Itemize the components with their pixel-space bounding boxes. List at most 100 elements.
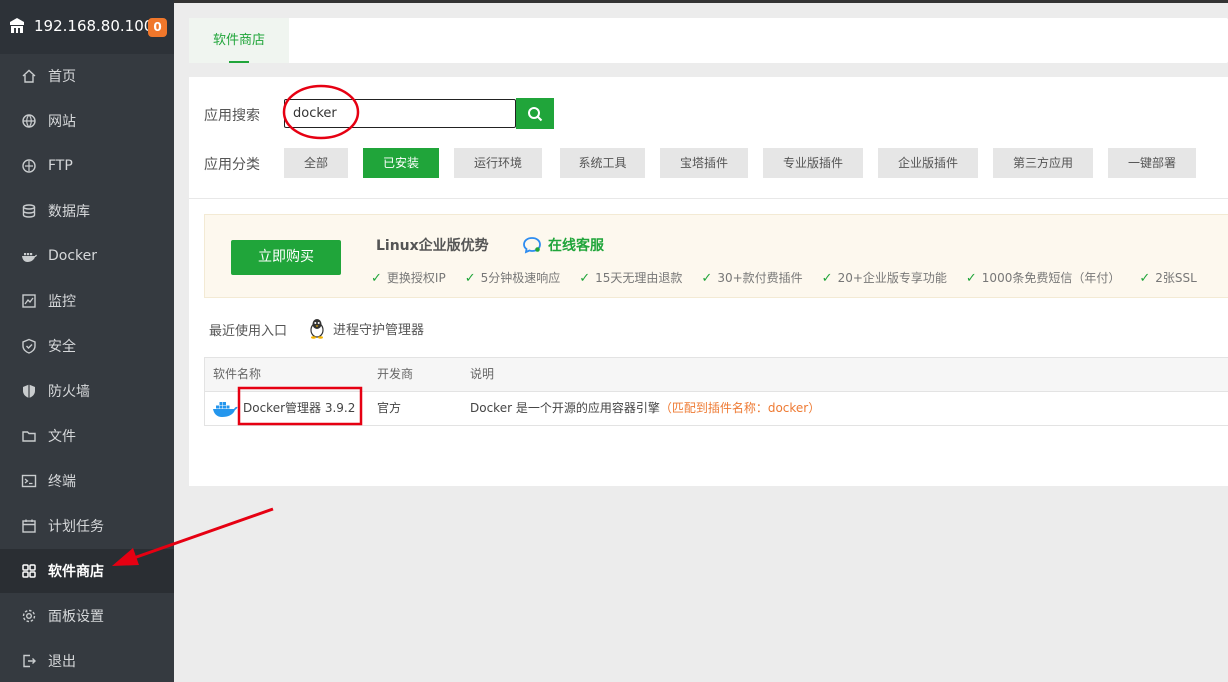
calendar-icon — [22, 519, 36, 533]
table-row: Docker管理器 3.9.2 官方 Docker 是一个开源的应用容器引擎（匹… — [204, 391, 1228, 426]
search-button[interactable] — [516, 98, 554, 129]
sidebar-item-label: 文件 — [48, 429, 76, 445]
sidebar-item-label: 终端 — [48, 474, 76, 490]
grid-icon — [22, 564, 36, 578]
sidebar-item-10[interactable]: 计划任务 — [0, 504, 174, 548]
server-host-text: 192.168.80.100 — [34, 17, 154, 35]
sidebar: 192.168.80.100 0 首页网站 FTP 数据库 Docker 监控安全防火墙… — [0, 0, 174, 682]
category-button-6[interactable]: 企业版插件 — [878, 148, 978, 178]
feature-item: ✓ 20+企业版专享功能 — [822, 269, 947, 286]
check-icon: ✓ — [371, 271, 382, 286]
feature-text: 更换授权IP — [386, 271, 446, 285]
top-strip — [174, 0, 1228, 3]
sidebar-item-label: 数据库 — [48, 204, 90, 220]
sidebar-item-label: 面板设置 — [48, 609, 104, 625]
home-icon — [22, 69, 36, 83]
check-icon: ✓ — [965, 271, 977, 286]
sidebar-item-8[interactable]: 文件 — [0, 414, 174, 458]
docker-whale-icon — [213, 401, 238, 417]
sidebar-item-label: FTP — [48, 158, 73, 174]
logout-icon — [23, 654, 36, 668]
search-icon — [528, 106, 543, 121]
sidebar-item-label: 退出 — [48, 654, 76, 670]
feature-text: 1000条免费短信（年付） — [981, 271, 1121, 285]
firewall-icon — [23, 384, 35, 398]
online-service-link[interactable]: 在线客服 — [522, 235, 604, 255]
sidebar-item-0[interactable]: 首页 — [0, 54, 174, 98]
check-icon: ✓ — [464, 271, 476, 286]
tab-software-store[interactable]: 软件商店 — [189, 18, 289, 63]
divider — [189, 198, 1228, 199]
sidebar-item-9[interactable]: 终端 — [0, 459, 174, 503]
folder-icon — [22, 431, 36, 442]
database-icon — [22, 204, 36, 218]
promo-banner: 立即购买 Linux企业版优势 在线客服 ✓ 更换授权IP ✓ 5分钟极速响应 ✓ 15天… — [204, 214, 1228, 298]
table-header: 软件名称 开发商 说明 — [204, 357, 1228, 392]
sidebar-item-label: Docker — [48, 248, 98, 264]
feature-item: ✓ 2张SSL — [1139, 269, 1196, 286]
search-input[interactable]: docker — [284, 99, 516, 128]
check-icon: ✓ — [701, 271, 713, 286]
sidebar-item-13[interactable]: 退出 — [0, 639, 174, 682]
notification-badge[interactable]: 0 — [148, 18, 167, 37]
sidebar-item-label: 首页 — [48, 69, 76, 85]
feature-item: ✓ 15天无理由退款 — [579, 269, 682, 286]
feature-text: 30+款付费插件 — [717, 271, 803, 285]
sidebar-item-12[interactable]: 面板设置 — [0, 594, 174, 638]
desc-text: Docker 是一个开源的应用容器引擎 — [470, 401, 660, 415]
software-name-cell[interactable]: Docker管理器 3.9.2 — [212, 392, 355, 425]
shield-icon — [22, 338, 36, 354]
category-label: 应用分类 — [204, 157, 260, 173]
check-icon: ✓ — [821, 271, 833, 286]
category-button-5[interactable]: 专业版插件 — [763, 148, 863, 178]
globe-icon — [22, 114, 36, 128]
category-button-1[interactable]: 已安装 — [363, 148, 439, 178]
recent-item-label: 进程守护管理器 — [333, 322, 425, 338]
terminal-icon — [21, 474, 37, 488]
chat-icon — [523, 237, 541, 254]
sidebar-item-5[interactable]: 监控 — [0, 279, 174, 323]
monitor-icon — [22, 294, 36, 308]
vendor-cell: 官方 — [377, 401, 402, 415]
sidebar-item-11[interactable]: 软件商店 — [0, 549, 174, 593]
match-note: （匹配到插件名称：docker） — [659, 401, 821, 415]
sidebar-header: 192.168.80.100 0 — [0, 0, 174, 54]
sidebar-item-label: 防火墙 — [48, 384, 90, 400]
check-icon: ✓ — [1139, 271, 1151, 286]
category-button-4[interactable]: 宝塔插件 — [660, 148, 748, 178]
header-name: 软件名称 — [213, 367, 262, 381]
category-button-0[interactable]: 全部 — [284, 148, 348, 178]
tab-bar: 软件商店 — [189, 18, 1228, 63]
recent-item-supervisor[interactable]: 进程守护管理器 — [307, 317, 424, 339]
recent-label: 最近使用入口 — [209, 324, 288, 339]
sidebar-item-6[interactable]: 安全 — [0, 324, 174, 368]
feature-text: 15天无理由退款 — [595, 271, 683, 285]
sidebar-item-label: 监控 — [48, 294, 76, 310]
sidebar-item-1[interactable]: 网站 — [0, 99, 174, 143]
sidebar-item-7[interactable]: 防火墙 — [0, 369, 174, 413]
docker-icon — [22, 253, 37, 262]
server-host: 192.168.80.100 — [8, 17, 153, 35]
search-label: 应用搜索 — [204, 108, 260, 124]
sidebar-item-label: 计划任务 — [48, 519, 104, 535]
sidebar-item-label: 安全 — [48, 339, 76, 355]
sidebar-item-3[interactable]: 数据库 — [0, 189, 174, 233]
header-desc: 说明 — [470, 367, 495, 381]
feature-item: ✓ 1000条免费短信（年付） — [966, 269, 1120, 286]
store-panel: 应用搜索 docker 应用分类 全部 已安装 运行环境 系统工具 宝塔插件 专业版插件企… — [189, 77, 1228, 486]
header-vendor: 开发商 — [377, 367, 414, 381]
check-icon: ✓ — [579, 271, 591, 286]
feature-item: ✓ 更换授权IP — [371, 269, 446, 286]
linux-penguin-icon — [310, 319, 324, 339]
sidebar-item-2[interactable]: FTP — [0, 144, 174, 188]
sidebar-item-4[interactable]: Docker — [0, 234, 174, 278]
online-service-text: 在线客服 — [548, 238, 604, 254]
category-button-2[interactable]: 运行环境 — [454, 148, 542, 178]
category-button-7[interactable]: 第三方应用 — [993, 148, 1093, 178]
feature-text: 2张SSL — [1155, 271, 1197, 285]
promo-title: Linux企业版优势 — [376, 238, 489, 254]
buy-now-button[interactable]: 立即购买 — [231, 240, 341, 275]
desc-cell: Docker 是一个开源的应用容器引擎（匹配到插件名称：docker） — [470, 392, 820, 425]
category-button-3[interactable]: 系统工具 — [560, 148, 645, 178]
category-button-8[interactable]: 一键部署 — [1108, 148, 1196, 178]
